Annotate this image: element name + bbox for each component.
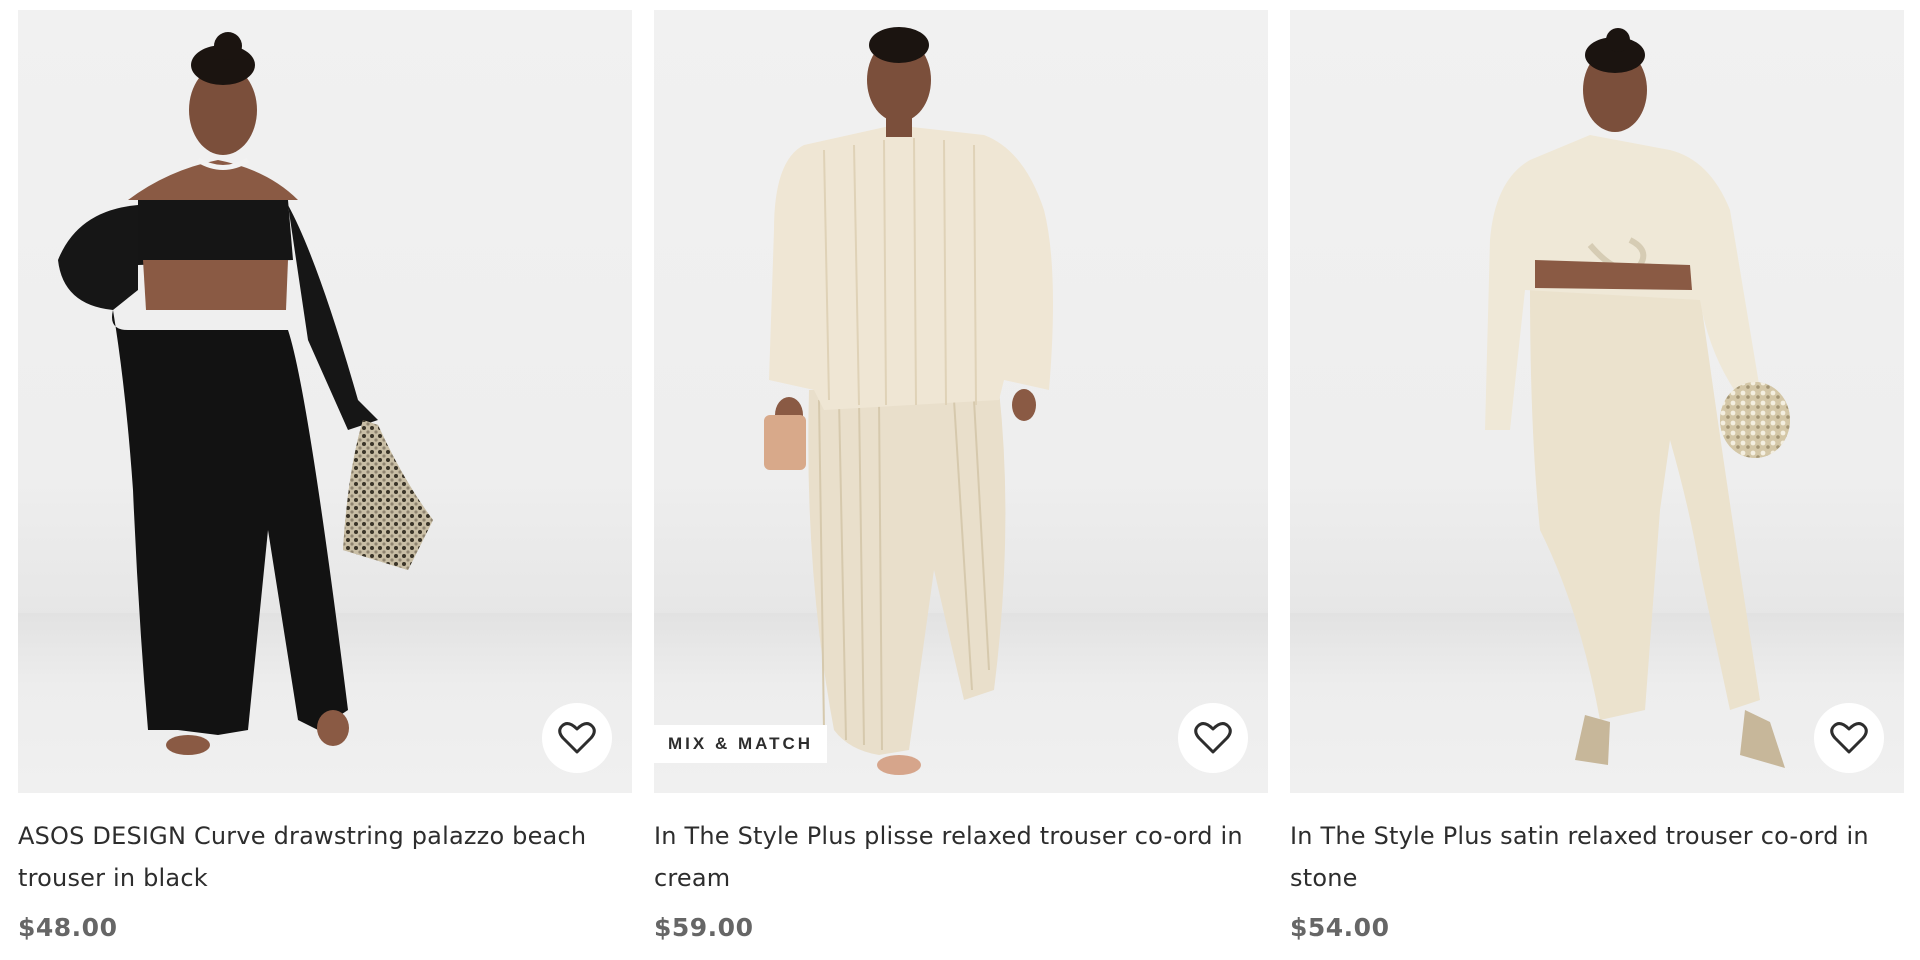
product-image[interactable]: MIX & MATCH — [654, 10, 1268, 793]
product-card[interactable]: In The Style Plus satin relaxed trouser … — [1290, 10, 1904, 950]
heart-outline-icon — [1194, 722, 1232, 754]
wishlist-button[interactable] — [542, 703, 612, 773]
product-price: $48.00 — [18, 913, 118, 942]
product-title[interactable]: ASOS DESIGN Curve drawstring palazzo bea… — [18, 815, 632, 899]
product-card[interactable]: MIX & MATCH In The Style Plus plisse rel… — [654, 10, 1268, 950]
model-figure — [764, 27, 1053, 775]
model-figure — [1485, 28, 1790, 768]
mix-and-match-badge: MIX & MATCH — [654, 725, 828, 763]
product-image[interactable] — [1290, 10, 1904, 793]
product-title[interactable]: In The Style Plus plisse relaxed trouser… — [654, 815, 1268, 899]
wishlist-button[interactable] — [1814, 703, 1884, 773]
product-image[interactable] — [18, 10, 632, 793]
product-title[interactable]: In The Style Plus satin relaxed trouser … — [1290, 815, 1904, 899]
wishlist-button[interactable] — [1178, 703, 1248, 773]
product-grid: ASOS DESIGN Curve drawstring palazzo bea… — [18, 10, 1904, 950]
heart-outline-icon — [1830, 722, 1868, 754]
model-figure — [58, 32, 433, 755]
heart-outline-icon — [558, 722, 596, 754]
product-price: $54.00 — [1290, 913, 1390, 942]
product-price: $59.00 — [654, 913, 754, 942]
product-card[interactable]: ASOS DESIGN Curve drawstring palazzo bea… — [18, 10, 632, 950]
